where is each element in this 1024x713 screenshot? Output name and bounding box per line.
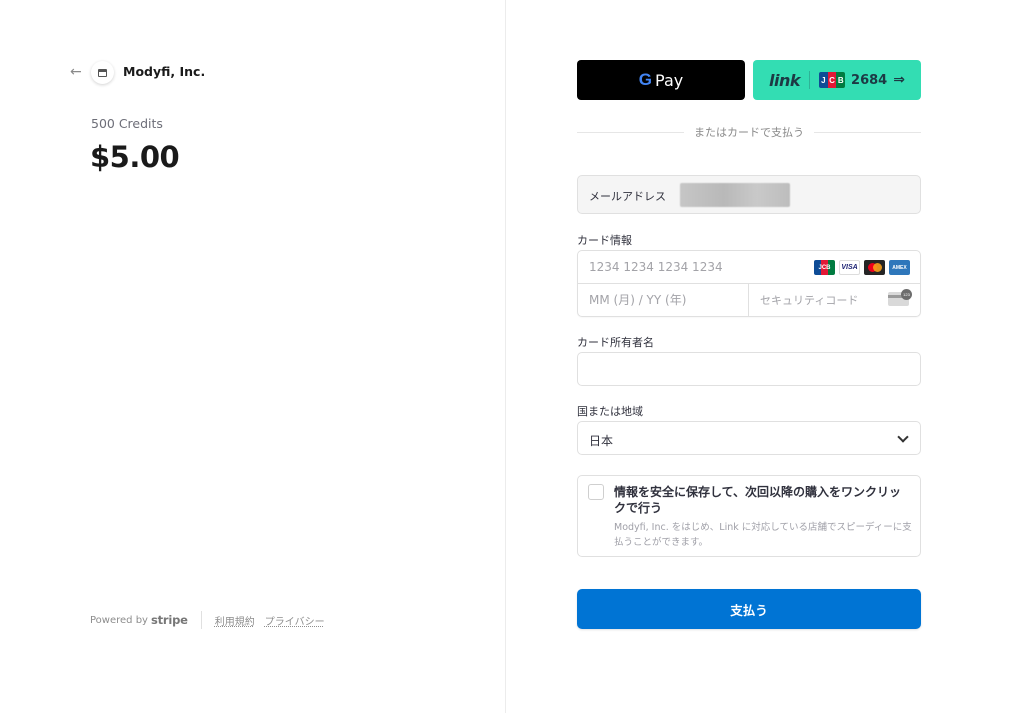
cvc-field[interactable] bbox=[749, 284, 920, 316]
link-separator bbox=[809, 71, 811, 89]
cardholder-label: カード所有者名 bbox=[577, 336, 654, 349]
order-summary-panel: ← Modyfi, Inc. 500 Credits $5.00 Powered… bbox=[0, 0, 505, 713]
pay-with-card-divider: またはカードで支払う bbox=[577, 124, 921, 140]
email-field[interactable]: メールアドレス bbox=[577, 175, 921, 214]
expiry-input[interactable] bbox=[578, 284, 748, 316]
link-logo: link bbox=[769, 70, 801, 90]
terms-link[interactable]: 利用規約 bbox=[215, 613, 255, 628]
footer: Powered by stripe 利用規約 プライバシー bbox=[90, 611, 335, 629]
cardholder-name-field[interactable] bbox=[577, 352, 921, 386]
card-brands: JCB VISA AMEX bbox=[814, 260, 910, 275]
save-info-title[interactable]: 情報を安全に保存して、次回以降の購入をワンクリックで行う bbox=[614, 484, 910, 516]
arrow-right-icon: ⇒ bbox=[893, 72, 905, 88]
google-g-icon: G bbox=[638, 70, 653, 89]
card-number-field[interactable]: JCB VISA AMEX bbox=[578, 251, 920, 284]
link-card-last4: 2684 bbox=[851, 72, 888, 88]
google-pay-button[interactable]: G Pay bbox=[577, 60, 745, 100]
country-selected-value: 日本 bbox=[589, 434, 614, 448]
jcb-card-icon: JCB bbox=[819, 72, 846, 88]
country-select[interactable]: 日本 bbox=[577, 421, 921, 455]
stripe-logo[interactable]: stripe bbox=[151, 613, 188, 627]
expiry-field[interactable] bbox=[578, 284, 749, 316]
card-info-group: JCB VISA AMEX bbox=[577, 250, 921, 317]
chevron-down-icon bbox=[897, 431, 909, 443]
jcb-icon: JCB bbox=[814, 260, 835, 275]
pay-with-card-text: またはカードで支払う bbox=[694, 126, 804, 139]
footer-divider bbox=[200, 611, 202, 629]
save-info-description: Modyfi, Inc. をはじめ、Link に対応している店舗でスピーディーに… bbox=[614, 522, 912, 548]
back-arrow-icon[interactable]: ← bbox=[70, 64, 86, 80]
card-info-label: カード情報 bbox=[577, 234, 632, 247]
privacy-link[interactable]: プライバシー bbox=[265, 613, 325, 628]
cvc-card-icon bbox=[888, 289, 912, 306]
mastercard-icon bbox=[864, 260, 885, 275]
powered-by-text: Powered by bbox=[90, 614, 148, 626]
save-info-box: 情報を安全に保存して、次回以降の購入をワンクリックで行う Modyfi, Inc… bbox=[577, 475, 921, 557]
product-name: 500 Credits bbox=[91, 116, 163, 131]
merchant-name: Modyfi, Inc. bbox=[123, 64, 206, 79]
amex-icon: AMEX bbox=[889, 260, 910, 275]
pay-button[interactable]: 支払う bbox=[577, 589, 921, 629]
visa-icon: VISA bbox=[839, 260, 860, 275]
email-label: メールアドレス bbox=[589, 190, 666, 203]
store-icon bbox=[91, 61, 114, 84]
link-pay-button[interactable]: link JCB 2684 ⇒ bbox=[753, 60, 921, 100]
country-label: 国または地域 bbox=[577, 405, 643, 418]
gpay-label: Pay bbox=[655, 70, 684, 90]
save-info-checkbox[interactable] bbox=[588, 484, 604, 500]
email-value-redacted bbox=[680, 183, 790, 207]
cardholder-name-input[interactable] bbox=[578, 353, 920, 385]
price: $5.00 bbox=[90, 140, 180, 174]
